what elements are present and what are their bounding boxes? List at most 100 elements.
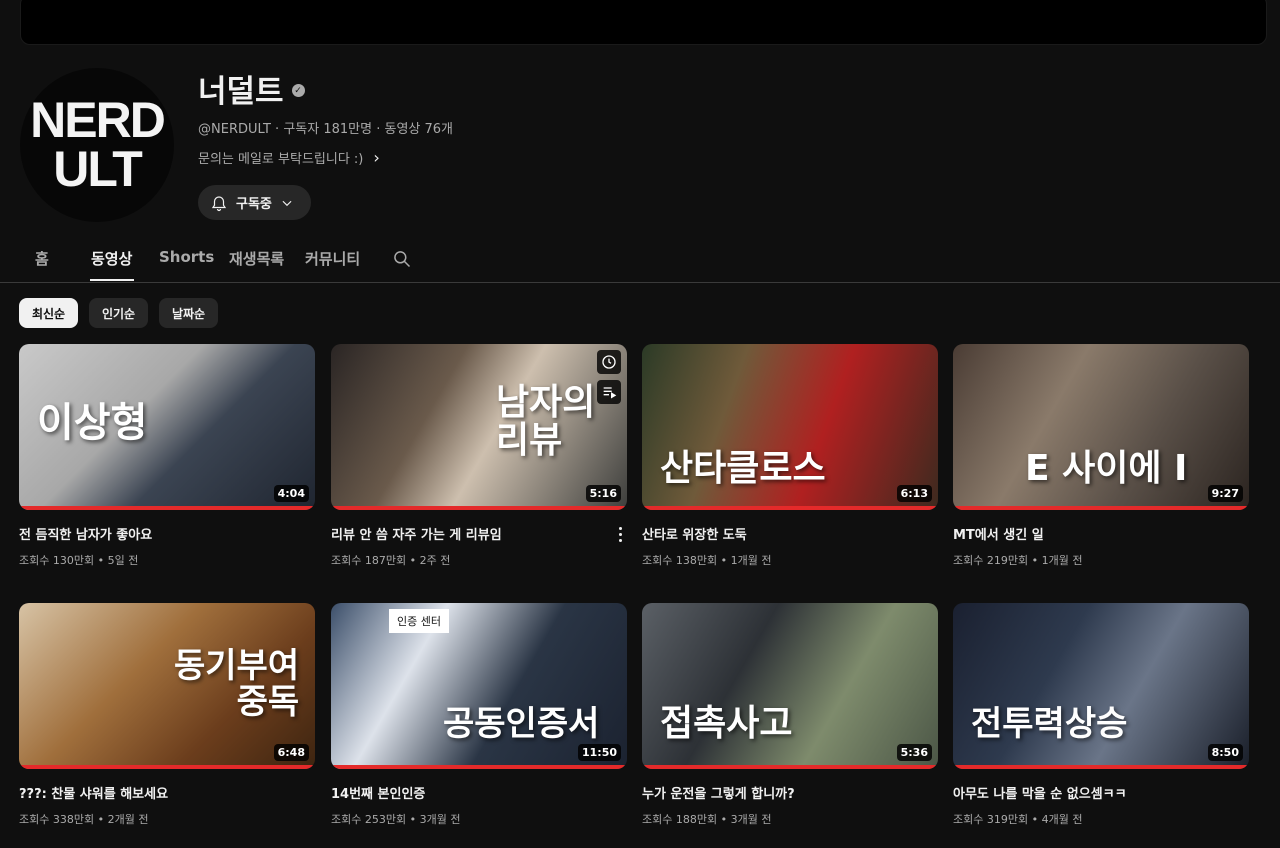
- add-to-queue-icon[interactable]: [597, 380, 621, 404]
- chip-latest[interactable]: 최신순: [19, 298, 78, 328]
- watch-progress-bar: [19, 506, 315, 510]
- video-thumbnail[interactable]: 동기부여 중독 6:48: [19, 603, 315, 769]
- video-thumbnail[interactable]: E 사이에 I 9:27: [953, 344, 1249, 510]
- sort-chips: 최신순 인기순 날짜순: [19, 298, 218, 328]
- tab-home[interactable]: 홈: [35, 248, 49, 269]
- video-duration: 4:04: [273, 485, 309, 502]
- video-thumbnail[interactable]: 전투력상승 8:50: [953, 603, 1249, 769]
- meta-separator: ‧: [275, 122, 280, 137]
- video-views: 조회수 338만회: [19, 813, 95, 826]
- video-meta: 조회수 253만회 • 3개월 전: [331, 811, 627, 827]
- video-views: 조회수 253만회: [331, 813, 407, 826]
- thumbnail-caption: 이상형: [37, 400, 148, 446]
- video-thumbnail[interactable]: 남자의 리뷰 5:16: [331, 344, 627, 510]
- thumbnail-caption: 전투력상승: [971, 704, 1128, 744]
- video-card[interactable]: 인증 센터 공동인증서 11:50 14번째 본인인증 조회수 253만회 • …: [331, 603, 627, 827]
- video-title[interactable]: 산타로 위장한 도둑: [642, 524, 938, 543]
- video-thumbnail[interactable]: 인증 센터 공동인증서 11:50: [331, 603, 627, 769]
- chip-oldest[interactable]: 날짜순: [159, 298, 218, 328]
- video-meta: 조회수 187만회 • 2주 전: [331, 552, 627, 568]
- channel-logo: NERD ULT: [30, 92, 166, 197]
- channel-description-text: 문의는 메일로 부탁드립니다 :): [198, 152, 364, 167]
- chevron-down-icon: [282, 200, 292, 206]
- thumbnail-sign: 인증 센터: [389, 609, 449, 633]
- watch-progress-bar: [19, 765, 315, 769]
- thumbnail-caption: E 사이에 I: [1025, 448, 1188, 489]
- thumbnail-actions: [597, 350, 621, 404]
- video-age: 4개월 전: [1041, 813, 1083, 826]
- video-age: 3개월 전: [419, 813, 461, 826]
- video-meta: 조회수 130만회 • 5일 전: [19, 552, 315, 568]
- chip-popular[interactable]: 인기순: [89, 298, 148, 328]
- video-count: 동영상 76개: [384, 122, 453, 137]
- channel-title: 너덜트: [198, 74, 284, 110]
- tab-community[interactable]: 커뮤니티: [305, 248, 360, 269]
- video-title[interactable]: 14번째 본인인증: [331, 783, 627, 802]
- video-age: 1개월 전: [730, 554, 772, 567]
- chevron-right-icon: ›: [373, 148, 380, 167]
- video-title[interactable]: 아무도 나를 막을 순 없으셈ㅋㅋ: [953, 783, 1249, 802]
- watch-progress-bar: [642, 506, 938, 510]
- video-views: 조회수 188만회: [642, 813, 718, 826]
- meta-separator: •: [720, 554, 728, 567]
- video-age: 5일 전: [107, 554, 139, 567]
- video-card[interactable]: 산타클로스 6:13 산타로 위장한 도둑 조회수 138만회 • 1개월 전: [642, 344, 938, 568]
- video-views: 조회수 130만회: [19, 554, 95, 567]
- video-duration: 6:48: [273, 744, 309, 761]
- subscribe-button[interactable]: 구독중: [198, 185, 311, 220]
- thumbnail-caption: 산타클로스: [660, 448, 826, 489]
- logo-line-2: ULT: [53, 141, 142, 197]
- video-thumbnail[interactable]: 산타클로스 6:13: [642, 344, 938, 510]
- tab-playlists[interactable]: 재생목록: [229, 248, 284, 269]
- video-duration: 5:16: [585, 485, 621, 502]
- thumbnail-caption: 접촉사고: [660, 703, 793, 744]
- search-icon[interactable]: [392, 249, 412, 269]
- thumbnail-caption: 동기부여 중독: [174, 646, 300, 722]
- meta-separator: •: [720, 813, 728, 826]
- video-meta: 조회수 219만회 • 1개월 전: [953, 552, 1249, 568]
- video-title[interactable]: ???: 찬물 샤워를 해보세요: [19, 783, 315, 802]
- tab-shorts[interactable]: Shorts: [159, 248, 214, 266]
- video-duration: 8:50: [1207, 744, 1243, 761]
- channel-tabs: 홈 동영상 Shorts 재생목록 커뮤니티: [0, 240, 1280, 283]
- video-title[interactable]: 누가 운전을 그렇게 합니까?: [642, 783, 938, 802]
- watch-later-icon[interactable]: [597, 350, 621, 374]
- video-duration: 11:50: [577, 744, 621, 761]
- video-title[interactable]: MT에서 생긴 일: [953, 524, 1249, 543]
- tab-videos[interactable]: 동영상: [91, 248, 132, 269]
- meta-separator: •: [409, 813, 417, 826]
- video-age: 2주 전: [419, 554, 451, 567]
- video-card[interactable]: 이상형 4:04 전 듬직한 남자가 좋아요 조회수 130만회 • 5일 전: [19, 344, 315, 568]
- thumbnail-caption: 남자의 리뷰: [496, 382, 596, 461]
- meta-separator: ‧: [376, 122, 381, 137]
- subscriber-count: 구독자 181만명: [283, 122, 373, 137]
- channel-banner: [20, 0, 1267, 45]
- channel-handle: @NERDULT: [198, 122, 271, 137]
- video-duration: 9:27: [1207, 485, 1243, 502]
- video-card[interactable]: E 사이에 I 9:27 MT에서 생긴 일 조회수 219만회 • 1개월 전: [953, 344, 1249, 568]
- watch-progress-bar: [331, 506, 627, 510]
- channel-description[interactable]: 문의는 메일로 부탁드립니다 :) ›: [198, 148, 380, 167]
- video-title[interactable]: 리뷰 안 씀 자주 가는 게 리뷰임: [331, 524, 627, 543]
- video-card[interactable]: 전투력상승 8:50 아무도 나를 막을 순 없으셈ㅋㅋ 조회수 319만회 •…: [953, 603, 1249, 827]
- more-options-icon[interactable]: [613, 524, 627, 544]
- watch-progress-bar: [953, 765, 1249, 769]
- video-card[interactable]: 접촉사고 5:36 누가 운전을 그렇게 합니까? 조회수 188만회 • 3개…: [642, 603, 938, 827]
- video-duration: 5:36: [896, 744, 932, 761]
- video-views: 조회수 219만회: [953, 554, 1029, 567]
- video-thumbnail[interactable]: 접촉사고 5:36: [642, 603, 938, 769]
- logo-line-1: NERD: [30, 92, 166, 148]
- video-card[interactable]: 동기부여 중독 6:48 ???: 찬물 샤워를 해보세요 조회수 338만회 …: [19, 603, 315, 827]
- channel-avatar[interactable]: NERD ULT: [20, 68, 174, 222]
- video-thumbnail[interactable]: 이상형 4:04: [19, 344, 315, 510]
- bell-icon: [211, 195, 227, 211]
- video-meta: 조회수 138만회 • 1개월 전: [642, 552, 938, 568]
- video-meta: 조회수 188만회 • 3개월 전: [642, 811, 938, 827]
- video-title[interactable]: 전 듬직한 남자가 좋아요: [19, 524, 315, 543]
- meta-separator: •: [1031, 554, 1039, 567]
- video-age: 2개월 전: [107, 813, 149, 826]
- meta-separator: •: [97, 813, 105, 826]
- meta-separator: •: [409, 554, 417, 567]
- video-card[interactable]: 남자의 리뷰 5:16 리뷰 안 씀 자주 가는 게 리뷰임 조회수 187만회…: [331, 344, 627, 568]
- channel-meta: @NERDULT ‧ 구독자 181만명 ‧ 동영상 76개: [198, 118, 453, 137]
